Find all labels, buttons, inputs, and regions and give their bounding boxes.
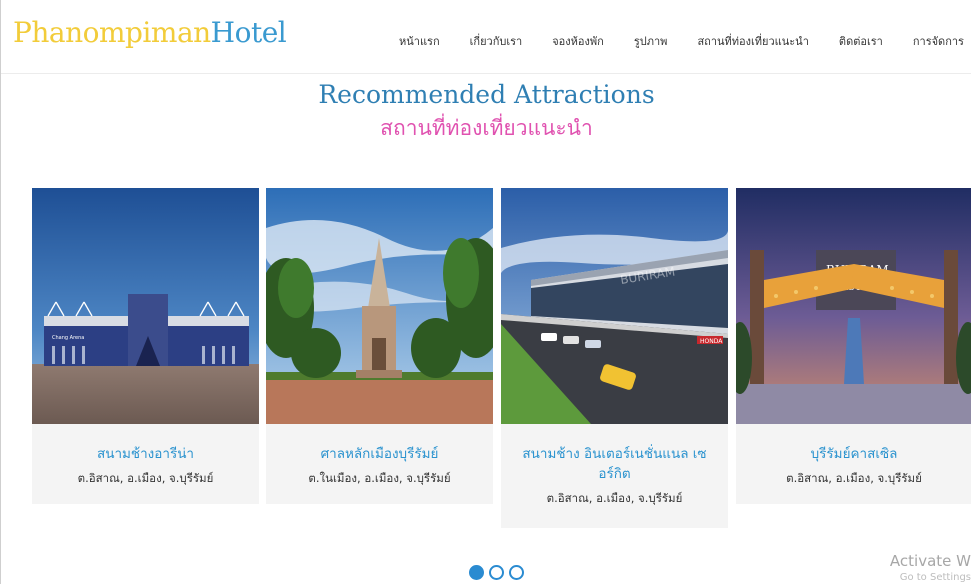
section-title-th: สถานที่ท่องเที่ยวแนะนำ [380,116,593,140]
attraction-name[interactable]: ศาลหลักเมืองบุรีรัมย์ [266,444,493,464]
circuit-sponsor: HONDA [700,338,723,345]
nav-attractions[interactable]: สถานที่ท่องเที่ยวแนะนำ [697,32,808,50]
attraction-card[interactable]: BURIRAM HONDA สนามช้าง อินเตอร์เนชั่นแนล… [501,188,728,528]
carousel-pagination [469,565,524,580]
attraction-photo-stadium[interactable]: Chang Arena [32,188,259,424]
activate-windows-watermark: Activate W [889,552,971,570]
carousel-dot-2[interactable] [489,565,504,580]
attraction-photo-city-pillar-shrine[interactable] [266,188,493,424]
site-logo[interactable]: PhanompimanHotel [13,16,287,49]
stadium-sign: Chang Arena [52,335,84,341]
nav-booking[interactable]: จองห้องพัก [552,32,604,50]
activate-windows-hint: Go to Settings [899,572,971,583]
attraction-address: ต.อิสาณ, อ.เมือง, จ.บุรีรัมย์ [786,471,922,485]
attraction-address: ต.อิสาณ, อ.เมือง, จ.บุรีรัมย์ [77,471,214,485]
nav-management[interactable]: การจัดการ [913,32,964,50]
attraction-name[interactable]: บุรีรัมย์คาสเซิล [736,444,971,464]
nav-home[interactable]: หน้าแรก [399,32,440,50]
attraction-card[interactable]: BURIRAM CASTLE บุรีรัมย์คาสเซิล ต.อิสา [736,188,971,504]
nav-contact[interactable]: ติดต่อเรา [839,32,883,50]
nav-gallery[interactable]: รูปภาพ [634,32,668,50]
attraction-photo-circuit[interactable]: BURIRAM HONDA [501,188,728,424]
section-title-en: Recommended Attractions [318,80,655,109]
page-frame: PhanompimanHotel หน้าแรก เกี่ยวกับเรา จอ… [0,0,971,584]
logo-part-2: Hotel [210,16,287,49]
attraction-card[interactable]: Chang Arena สนามช้างอารีน่า ต.อิสาณ, อ.เ… [32,188,259,504]
attraction-name[interactable]: สนามช้างอารีน่า [32,444,259,464]
carousel-dot-1[interactable] [469,565,484,580]
nav-about[interactable]: เกี่ยวกับเรา [470,32,523,50]
top-navbar: PhanompimanHotel หน้าแรก เกี่ยวกับเรา จอ… [1,0,971,74]
attraction-photo-castle[interactable]: BURIRAM CASTLE [736,188,971,424]
main-menu: หน้าแรก เกี่ยวกับเรา จองห้องพัก รูปภาพ ส… [399,32,964,50]
attraction-name[interactable]: สนามช้าง อินเตอร์เนชั่นแนล เซอร์กิต [501,444,728,484]
logo-part-1: Phanompiman [13,16,211,49]
attraction-card[interactable]: ศาลหลักเมืองบุรีรัมย์ ต.ในเมือง, อ.เมือง… [266,188,493,504]
attraction-address: ต.ในเมือง, อ.เมือง, จ.บุรีรัมย์ [308,471,451,485]
attraction-address: ต.อิสาณ, อ.เมือง, จ.บุรีรัมย์ [546,491,683,505]
carousel-dot-3[interactable] [509,565,524,580]
